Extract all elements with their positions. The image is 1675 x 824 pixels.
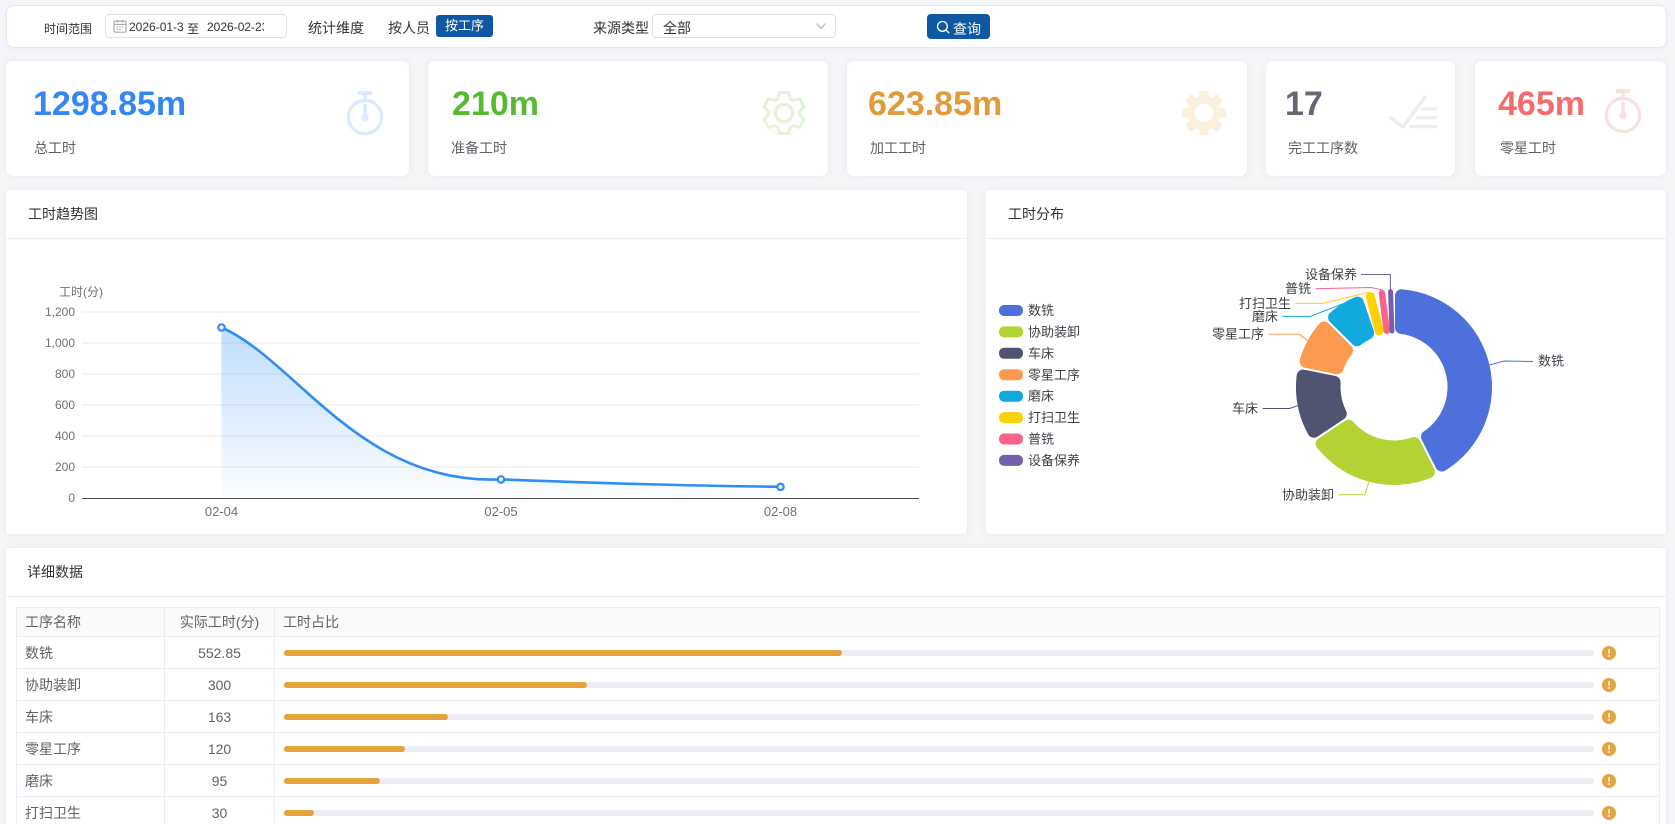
svg-text:0: 0 <box>68 491 75 505</box>
svg-text:200: 200 <box>55 460 75 474</box>
svg-text:车床: 车床 <box>1232 401 1258 416</box>
svg-text:02-08: 02-08 <box>764 504 797 519</box>
svg-text:普铣: 普铣 <box>1028 432 1054 447</box>
svg-text:零星工序: 零星工序 <box>1028 367 1080 382</box>
svg-text:打扫卫生: 打扫卫生 <box>1028 410 1080 425</box>
svg-text:400: 400 <box>55 429 75 443</box>
svg-text:协助装卸: 协助装卸 <box>1028 324 1080 339</box>
svg-text:1,200: 1,200 <box>45 305 75 319</box>
svg-text:车床: 车床 <box>1028 346 1054 361</box>
svg-text:设备保养: 设备保养 <box>1305 267 1357 282</box>
svg-text:打扫卫生: 打扫卫生 <box>1239 296 1291 311</box>
svg-text:数铣: 数铣 <box>1538 354 1564 369</box>
svg-text:设备保养: 设备保养 <box>1028 453 1080 468</box>
svg-text:02-04: 02-04 <box>205 504 238 519</box>
svg-text:02-05: 02-05 <box>484 504 517 519</box>
svg-text:磨床: 磨床 <box>1028 389 1054 404</box>
svg-text:600: 600 <box>55 398 75 412</box>
svg-text:1,000: 1,000 <box>45 336 75 350</box>
svg-text:普铣: 普铣 <box>1285 281 1311 296</box>
svg-text:协助装卸: 协助装卸 <box>1282 488 1334 503</box>
svg-text:磨床: 磨床 <box>1252 309 1278 324</box>
svg-text:工时(分): 工时(分) <box>59 285 103 299</box>
svg-text:800: 800 <box>55 367 75 381</box>
svg-text:数铣: 数铣 <box>1028 303 1054 318</box>
svg-text:零星工序: 零星工序 <box>1212 327 1264 342</box>
